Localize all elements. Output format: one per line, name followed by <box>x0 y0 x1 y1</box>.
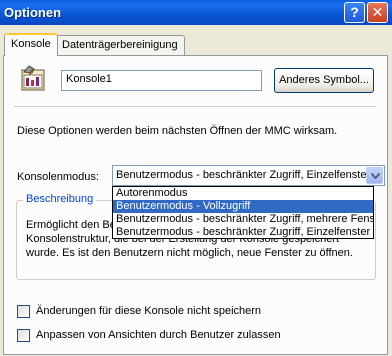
tab-label: Datenträgerbereinigung <box>62 39 178 51</box>
tab-label: Konsole <box>11 38 51 50</box>
change-icon-button[interactable]: Anderes Symbol... <box>274 68 374 93</box>
console-mode-dropdown-list: Autorenmodus Benutzermodus - Vollzugriff… <box>112 186 374 239</box>
checkbox-allow-customize[interactable] <box>17 329 30 342</box>
checkbox-no-save[interactable] <box>17 305 30 318</box>
description-title: Beschreibung <box>23 193 97 205</box>
separator <box>14 106 376 107</box>
checkbox-label: Änderungen für diese Konsole nicht speic… <box>36 305 262 317</box>
console-mode-select[interactable]: Benutzermodus - beschränkter Zugriff, Ei… <box>112 165 385 186</box>
help-icon[interactable]: ? <box>344 2 365 23</box>
console-mode-value: Benutzermodus - beschränkter Zugriff, Ei… <box>116 169 366 181</box>
window-title: Optionen <box>4 5 62 20</box>
info-text: Diese Optionen werden beim nächsten Öffn… <box>17 125 338 137</box>
dropdown-option-autorenmodus[interactable]: Autorenmodus <box>113 187 373 200</box>
dropdown-option-einzelfenster[interactable]: Benutzermodus - beschränkter Zugriff, Ei… <box>113 226 373 239</box>
tab-datentraegerbereinigung[interactable]: Datenträgerbereinigung <box>55 35 185 55</box>
close-icon[interactable]: ✕ <box>367 2 388 23</box>
console-mode-label: Konsolenmodus: <box>17 171 99 183</box>
title-bar: Optionen ? ✕ <box>0 0 392 25</box>
mmc-console-icon <box>21 65 45 91</box>
description-line: wurde. Es ist den Benutzern nicht möglic… <box>26 247 353 259</box>
dropdown-arrow-icon[interactable] <box>366 167 383 184</box>
tab-konsole[interactable]: Konsole <box>4 33 58 56</box>
checkbox-label: Anpassen von Ansichten durch Benutzer zu… <box>36 329 281 341</box>
dropdown-option-vollzugriff[interactable]: Benutzermodus - Vollzugriff <box>113 200 373 213</box>
console-name-input[interactable]: Konsole1 <box>61 70 262 91</box>
dropdown-option-mehrere-fenster[interactable]: Benutzermodus - beschränkter Zugriff, me… <box>113 213 373 226</box>
